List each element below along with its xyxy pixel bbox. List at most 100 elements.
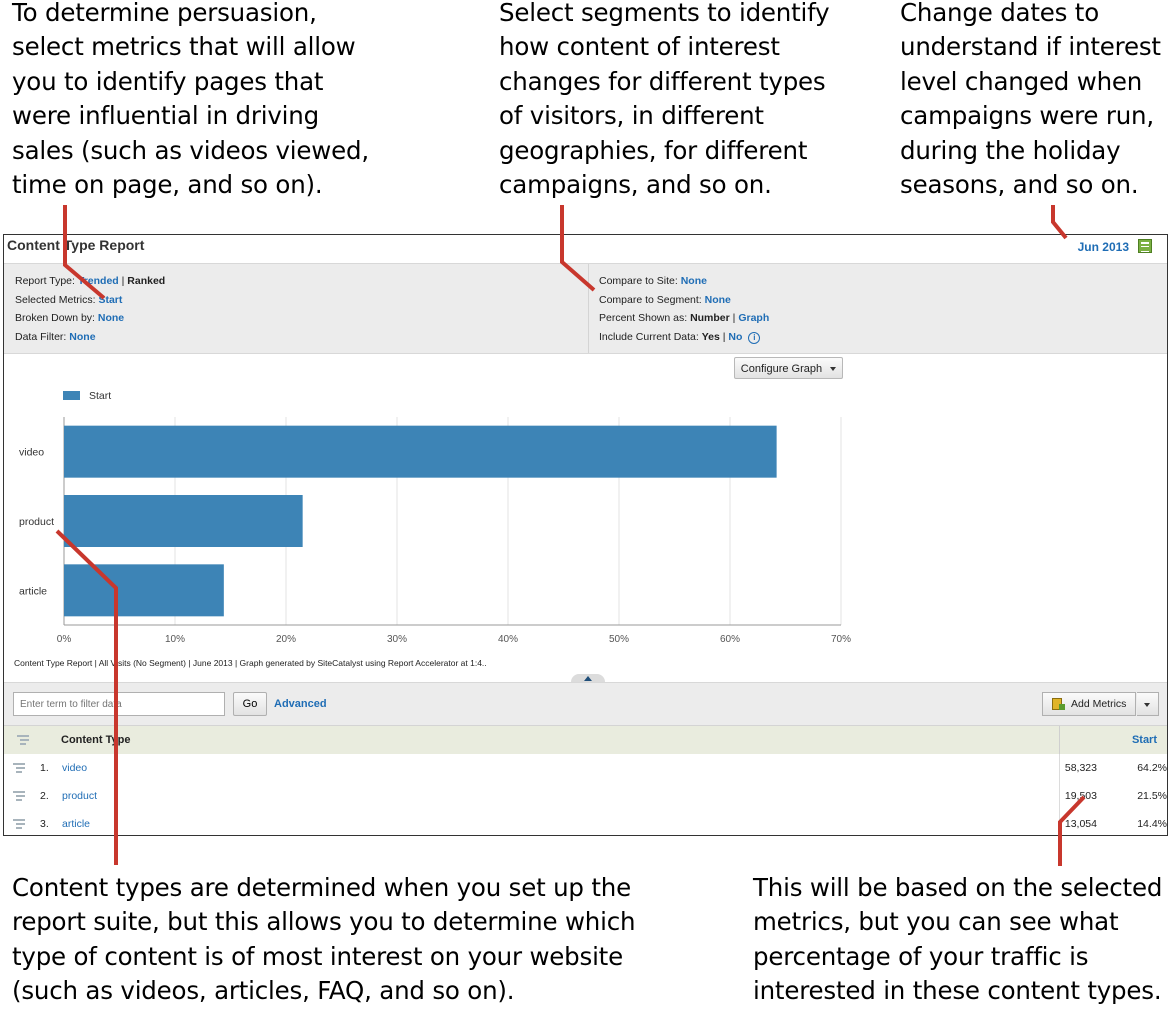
bar-video: [64, 425, 777, 478]
row-value: 19,503: [1064, 790, 1097, 802]
configure-graph-button[interactable]: Configure Graph: [734, 357, 843, 379]
callout-metrics: To determine persuasion, select metrics …: [12, 0, 369, 200]
include-current-label: Include Current Data:: [599, 331, 699, 344]
x-tick-label: 10%: [165, 634, 185, 645]
bar-article: [64, 564, 224, 617]
callout-dates: Change dates to understand if interest l…: [900, 0, 1161, 200]
bar-product: [64, 495, 303, 547]
column-divider: [1059, 754, 1060, 782]
table-row: 3. article 13,054 14.4%: [4, 810, 1167, 835]
row-number: 2.: [40, 790, 49, 802]
report-type-label: Report Type:: [15, 275, 75, 287]
category-label: product: [19, 516, 54, 528]
column-divider: [1059, 782, 1060, 810]
row-percent: 64.2%: [1137, 762, 1167, 774]
percent-shown-label: Percent Shown as:: [599, 312, 688, 325]
add-metrics-button[interactable]: Add Metrics: [1042, 692, 1136, 716]
row-number: 1.: [40, 762, 49, 774]
percent-shown-graph-link[interactable]: Graph: [738, 312, 769, 324]
row-number: 3.: [40, 818, 49, 830]
configure-graph-label: Configure Graph: [740, 363, 823, 375]
row-percent: 14.4%: [1137, 818, 1167, 830]
callout-percentage: This will be based on the selected metri…: [753, 873, 1163, 1006]
add-metrics-icon: [1052, 698, 1065, 710]
selected-metrics-label: Selected Metrics:: [15, 293, 96, 306]
column-divider: [1059, 726, 1060, 754]
separator: |: [121, 275, 125, 287]
settings-right: Compare to Site: None Compare to Segment…: [599, 272, 769, 347]
legend-label: Start: [89, 390, 111, 402]
x-tick-label: 60%: [720, 634, 740, 645]
report-title: Content Type Report: [7, 237, 145, 253]
callout-content-types: Content types are determined when you se…: [12, 873, 636, 1006]
table-row: 2. product 19,503 21.5%: [4, 782, 1167, 811]
compare-site-link[interactable]: None: [681, 275, 707, 287]
report-panel: Content Type Report Jun 2013 Report Type…: [3, 234, 1168, 836]
calendar-icon[interactable]: [1138, 239, 1152, 253]
compare-site-row: Compare to Site: None: [599, 272, 769, 291]
broken-down-row: Broken Down by: None: [15, 309, 165, 328]
add-metrics-label: Add Metrics: [1071, 698, 1127, 710]
table-row: 1. video 58,323 64.2%: [4, 754, 1167, 783]
table-toolbar: Go Advanced Add Metrics: [4, 682, 1167, 726]
chevron-down-icon: [1144, 703, 1150, 707]
selected-metrics-link[interactable]: Start: [98, 294, 122, 306]
x-tick-label: 40%: [498, 634, 518, 645]
tree-icon[interactable]: [13, 791, 25, 801]
legend-swatch: [63, 391, 80, 400]
column-header-content-type[interactable]: Content Type: [61, 734, 130, 746]
chevron-down-icon: [830, 367, 837, 372]
compare-segment-link[interactable]: None: [705, 294, 731, 306]
broken-down-label: Broken Down by:: [15, 312, 95, 325]
include-current-no-link[interactable]: No: [728, 331, 742, 343]
table-header: Content Type Start: [4, 725, 1167, 755]
data-filter-label: Data Filter:: [15, 331, 67, 344]
settings-left: Report Type: Trended | Ranked Selected M…: [15, 272, 165, 347]
row-name-link[interactable]: video: [62, 762, 87, 774]
separator: |: [732, 312, 736, 325]
category-label: video: [19, 447, 44, 459]
x-tick-label: 30%: [387, 634, 407, 645]
include-current-row: Include Current Data: Yes | No i: [599, 328, 769, 347]
compare-site-label: Compare to Site:: [599, 275, 678, 287]
category-label: article: [19, 585, 47, 597]
info-icon[interactable]: i: [748, 332, 761, 345]
selected-metrics-row: Selected Metrics: Start: [15, 291, 165, 310]
column-divider: [1059, 810, 1060, 835]
tree-icon[interactable]: [17, 735, 29, 745]
x-tick-label: 0%: [57, 634, 72, 645]
tree-icon[interactable]: [13, 763, 25, 773]
row-value: 58,323: [1064, 762, 1097, 774]
compare-segment-row: Compare to Segment: None: [599, 291, 769, 310]
chart-footer: Content Type Report | All Visits (No Seg…: [14, 658, 487, 668]
include-current-yes: Yes: [701, 331, 720, 344]
x-tick-label: 20%: [276, 634, 296, 645]
bar-chart: Start 0% 10% 20% 30% 40% 50% 60% 70% video product…: [19, 390, 851, 645]
report-type-ranked: Ranked: [127, 275, 166, 287]
row-percent: 21.5%: [1137, 790, 1167, 802]
percent-shown-number: Number: [690, 312, 730, 325]
x-tick-label: 50%: [609, 634, 629, 645]
data-filter-link[interactable]: None: [69, 331, 95, 343]
compare-segment-label: Compare to Segment:: [599, 293, 702, 306]
broken-down-link[interactable]: None: [98, 312, 124, 324]
x-tick-label: 70%: [831, 634, 851, 645]
settings-divider: [588, 264, 589, 353]
report-settings: Report Type: Trended | Ranked Selected M…: [4, 263, 1167, 354]
data-filter-row: Data Filter: None: [15, 328, 165, 347]
percent-shown-row: Percent Shown as: Number | Graph: [599, 309, 769, 328]
column-header-start[interactable]: Start: [1132, 734, 1157, 746]
row-name-link[interactable]: product: [62, 790, 97, 802]
separator: |: [722, 331, 726, 344]
row-name-link[interactable]: article: [62, 818, 90, 830]
date-range-link[interactable]: Jun 2013: [1078, 240, 1129, 254]
tree-icon[interactable]: [13, 819, 25, 829]
report-type-row: Report Type: Trended | Ranked: [15, 272, 165, 291]
go-button[interactable]: Go: [233, 692, 267, 716]
add-metrics-dropdown[interactable]: [1137, 692, 1159, 716]
report-type-trended-link[interactable]: Trended: [78, 275, 119, 287]
advanced-link[interactable]: Advanced: [274, 698, 327, 710]
callout-segments: Select segments to identify how content …: [499, 0, 830, 200]
row-value: 13,054: [1064, 818, 1097, 830]
filter-input[interactable]: [13, 692, 225, 716]
